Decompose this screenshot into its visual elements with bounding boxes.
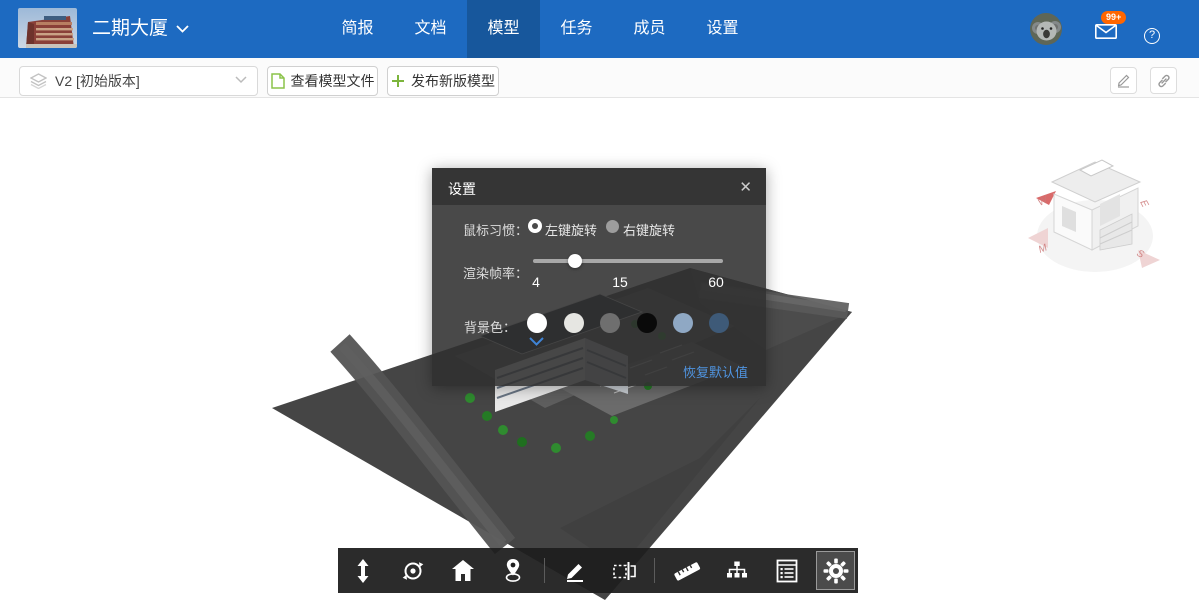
help-icon[interactable]: ? bbox=[1144, 28, 1160, 44]
tab-model[interactable]: 模型 bbox=[467, 0, 540, 58]
home-button[interactable] bbox=[445, 552, 481, 589]
dialog-body: 鼠标习惯： 左键旋转 右键旋转 渲染帧率： 4 15 60 背景色： 恢复默认值 bbox=[432, 206, 766, 386]
view-cube[interactable]: W E M S bbox=[1028, 160, 1160, 272]
structure-tree-button[interactable] bbox=[719, 552, 755, 589]
viewer-toolbar bbox=[338, 548, 858, 593]
avatar[interactable] bbox=[1030, 13, 1062, 45]
orbit-icon bbox=[401, 559, 425, 583]
bg-swatch-gray[interactable] bbox=[600, 313, 620, 333]
tab-documents[interactable]: 文档 bbox=[394, 0, 467, 58]
view-model-file-button[interactable]: 查看模型文件 bbox=[267, 66, 378, 96]
radio-right-rotate-label[interactable]: 右键旋转 bbox=[623, 220, 675, 239]
first-person-button[interactable] bbox=[495, 552, 531, 589]
toolbar-divider bbox=[544, 558, 545, 583]
restore-defaults-link[interactable]: 恢复默认值 bbox=[683, 362, 748, 381]
layers-icon bbox=[30, 73, 47, 89]
tree-icon bbox=[725, 559, 749, 583]
fps-tick-min: 4 bbox=[532, 274, 540, 290]
toolbar-divider bbox=[654, 558, 655, 583]
section-box-icon bbox=[612, 559, 638, 583]
plus-icon bbox=[391, 74, 405, 88]
tab-briefing[interactable]: 简报 bbox=[321, 0, 394, 58]
fps-slider[interactable] bbox=[533, 259, 723, 263]
location-pin-icon bbox=[501, 558, 525, 583]
gear-icon bbox=[823, 558, 849, 584]
bg-swatch-lightgray[interactable] bbox=[564, 313, 584, 333]
version-toolbar: V2 [初始版本] 查看模型文件 发布新版模型 bbox=[0, 58, 1199, 98]
file-icon bbox=[271, 73, 285, 89]
measure-button[interactable] bbox=[669, 552, 705, 589]
tab-tasks[interactable]: 任务 bbox=[540, 0, 613, 58]
fps-label: 渲染帧率： bbox=[432, 263, 528, 282]
pan-vertical-button[interactable] bbox=[345, 552, 381, 589]
fps-tick-max: 60 bbox=[708, 274, 724, 290]
radio-right-rotate[interactable] bbox=[606, 220, 619, 233]
project-switcher[interactable]: 二期大厦 bbox=[92, 0, 189, 58]
properties-list-button[interactable] bbox=[769, 552, 805, 589]
check-icon bbox=[529, 337, 544, 346]
view-model-file-label: 查看模型文件 bbox=[291, 71, 375, 91]
fps-slider-thumb[interactable] bbox=[568, 254, 582, 268]
messages-icon[interactable] bbox=[1095, 24, 1117, 39]
viewer-settings-button[interactable] bbox=[816, 551, 855, 590]
orbit-button[interactable] bbox=[395, 552, 431, 589]
link-button[interactable] bbox=[1150, 67, 1177, 94]
home-icon bbox=[451, 559, 475, 582]
section-button[interactable] bbox=[607, 552, 643, 589]
svg-text:E: E bbox=[1137, 198, 1150, 209]
radio-left-rotate[interactable] bbox=[528, 219, 542, 233]
bg-color-label: 背景色： bbox=[432, 317, 516, 336]
markup-pencil-icon bbox=[563, 559, 587, 583]
radio-dot bbox=[532, 223, 538, 229]
bg-swatch-darkblue[interactable] bbox=[709, 313, 729, 333]
bg-swatch-black[interactable] bbox=[637, 313, 657, 333]
fps-tick-mid: 15 bbox=[612, 274, 628, 290]
building-photo bbox=[18, 8, 77, 48]
notification-badge: 99+ bbox=[1101, 11, 1126, 24]
pan-vertical-icon bbox=[352, 559, 374, 583]
list-icon bbox=[776, 559, 798, 583]
tab-members[interactable]: 成员 bbox=[613, 0, 686, 58]
main-nav: 简报 文档 模型 任务 成员 设置 bbox=[321, 0, 759, 58]
settings-dialog: 设置 ✕ 鼠标习惯： 左键旋转 右键旋转 渲染帧率： 4 15 60 背景色： … bbox=[432, 168, 766, 386]
bg-swatch-steelblue[interactable] bbox=[673, 313, 693, 333]
chevron-down-icon bbox=[176, 25, 189, 33]
ruler-icon bbox=[672, 559, 702, 583]
version-select[interactable]: V2 [初始版本] bbox=[19, 66, 258, 96]
radio-left-rotate-label[interactable]: 左键旋转 bbox=[545, 220, 597, 239]
publish-model-label: 发布新版模型 bbox=[411, 71, 495, 91]
publish-model-button[interactable]: 发布新版模型 bbox=[387, 66, 499, 96]
edit-button[interactable] bbox=[1110, 67, 1137, 94]
version-label: V2 [初始版本] bbox=[55, 71, 140, 91]
header-bar: 二期大厦 简报 文档 模型 任务 成员 设置 99+ ? bbox=[0, 0, 1199, 58]
chevron-down-icon bbox=[235, 76, 247, 84]
mouse-habit-label: 鼠标习惯： bbox=[432, 220, 528, 239]
close-icon[interactable]: ✕ bbox=[739, 178, 752, 196]
tab-settings[interactable]: 设置 bbox=[686, 0, 759, 58]
dialog-title: 设置 bbox=[448, 179, 476, 199]
project-name: 二期大厦 bbox=[92, 0, 168, 58]
bg-swatch-white[interactable] bbox=[527, 313, 547, 333]
markup-button[interactable] bbox=[557, 552, 593, 589]
dialog-header: 设置 ✕ bbox=[432, 168, 766, 206]
pencil-icon bbox=[1116, 73, 1131, 88]
link-icon bbox=[1156, 73, 1172, 89]
avatar-image bbox=[1030, 13, 1062, 45]
project-thumbnail[interactable] bbox=[18, 8, 77, 48]
